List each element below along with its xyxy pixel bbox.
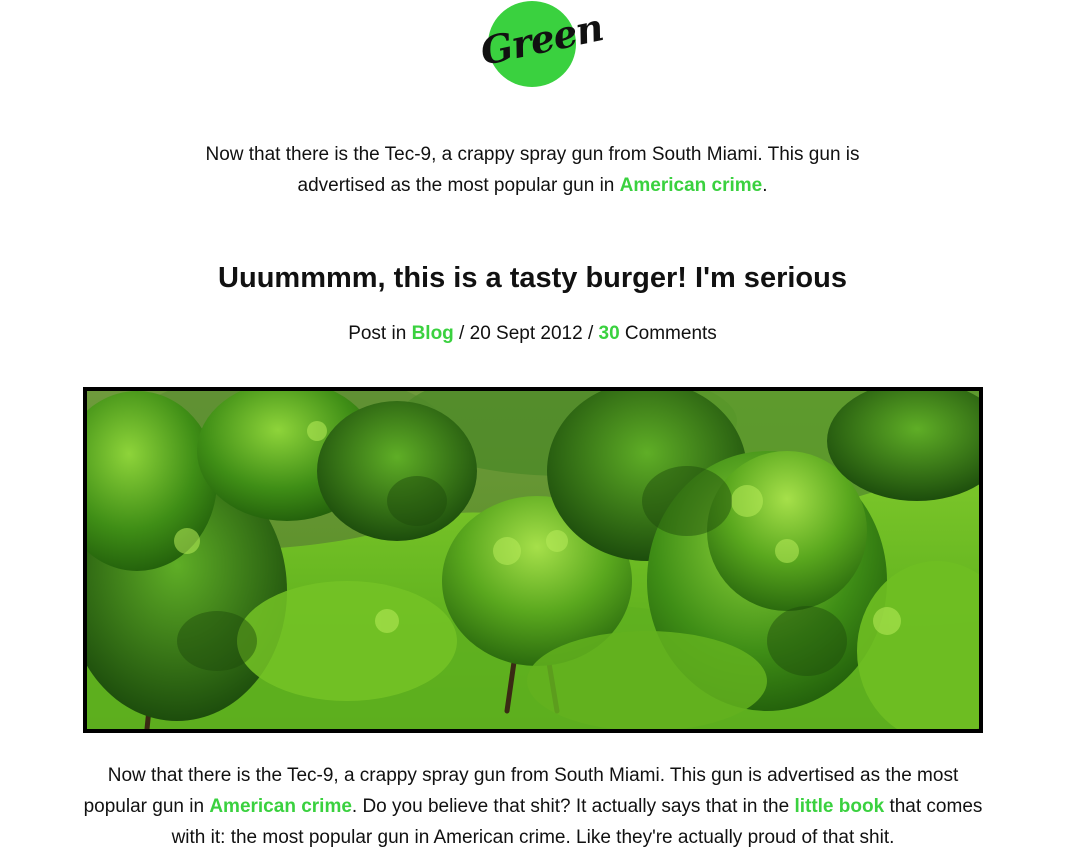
- body-text-2: . Do you believe that shit? It actually …: [351, 796, 795, 817]
- intro-paragraph: Now that there is the Tec-9, a crappy sp…: [200, 139, 865, 201]
- post-date: 20 Sept 2012: [469, 323, 583, 344]
- little-book-link[interactable]: little book: [794, 796, 884, 817]
- intro-period: .: [762, 175, 768, 196]
- american-crime-link[interactable]: American crime: [209, 796, 352, 817]
- american-crime-link[interactable]: American crime: [620, 175, 763, 196]
- post-title[interactable]: Uuummmm, this is a tasty burger! I'm ser…: [0, 256, 1065, 300]
- logo-text[interactable]: Green: [476, 4, 606, 77]
- meta-separator: /: [582, 323, 599, 344]
- post-meta: Post in Blog / 20 Sept 2012 / 30 Comment…: [0, 320, 1065, 348]
- post-body: Now that there is the Tec-9, a crappy sp…: [78, 760, 988, 853]
- featured-image: [83, 387, 983, 733]
- forest-landscape: [87, 391, 979, 729]
- comment-count-link[interactable]: 30: [599, 323, 620, 344]
- meta-prefix: Post in: [348, 323, 412, 344]
- comment-label: Comments: [619, 323, 717, 344]
- meta-separator: /: [453, 323, 470, 344]
- category-link[interactable]: Blog: [412, 323, 454, 344]
